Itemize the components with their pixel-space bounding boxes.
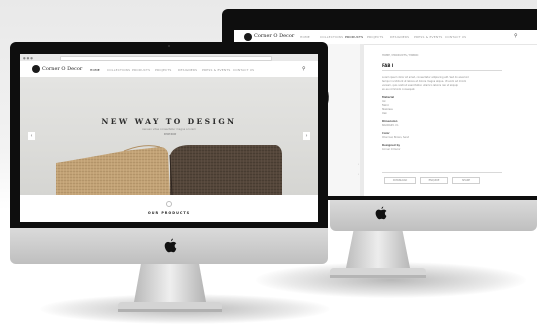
nav-contact[interactable]: CONTACT US: [233, 68, 254, 72]
description-line: ex ea commodo consequat.: [382, 88, 416, 91]
breadcrumb: HOME / PRODUCTS / FABRIC: [382, 54, 419, 57]
products-section: OUR PRODUCTS: [20, 195, 318, 222]
spec-value: Oak: [382, 112, 387, 115]
hero-title: NEW WAY TO DESIGN: [101, 117, 237, 126]
nav-press-events[interactable]: PRESS & EVENTS: [202, 68, 230, 72]
spec-label: Designed by: [382, 144, 401, 147]
description-line: tempor incididunt ut labore et dolore ma…: [382, 80, 467, 83]
hero-subtitle: Aenean vitae consectetur magna a lorem: [142, 128, 196, 131]
spec-label: Material: [382, 96, 395, 99]
logo-icon[interactable]: [244, 33, 252, 41]
enquire-button[interactable]: ENQUIRE: [420, 177, 448, 184]
nav-projects[interactable]: PROJECTS: [155, 68, 171, 72]
front-monitor-screen: ●●● Corner O Decor HOME COLLECTIONS PROD…: [20, 54, 318, 222]
camera-icon: [168, 45, 170, 47]
nav-home[interactable]: HOME: [90, 68, 100, 72]
nav-collections[interactable]: COLLECTIONS: [107, 68, 130, 72]
spec-value: Stainless: [382, 108, 393, 111]
nav-projects[interactable]: PROJECTS: [367, 35, 383, 39]
spec-value: Fabric: [382, 104, 390, 107]
nav-contact[interactable]: CONTACT US: [445, 35, 466, 39]
divider: [382, 70, 502, 71]
apple-logo-icon: [163, 238, 177, 253]
logo-text[interactable]: Corner O Decor: [254, 33, 294, 39]
section-title: OUR PRODUCTS: [147, 211, 191, 215]
hero-product-image: [56, 145, 282, 196]
gallery-prev-icon[interactable]: ‹: [358, 172, 359, 176]
logo-icon[interactable]: [32, 65, 40, 73]
spec-value: 60x60x45 cm: [382, 124, 399, 127]
share-button[interactable]: SHARE: [452, 177, 480, 184]
back-monitor-stand: [330, 228, 426, 278]
nav-home[interactable]: HOME: [300, 35, 310, 39]
divider: [382, 172, 502, 173]
search-icon[interactable]: ⚲: [514, 33, 518, 39]
spec-value: Charcoal, Brown, Sand: [382, 136, 410, 139]
nav-designers[interactable]: DESIGNERS: [178, 68, 197, 72]
description-line: Lorem ipsum dolor sit amet, consectetur …: [382, 76, 469, 79]
description-line: veniam, quis nostrud exercitation ullamc…: [382, 84, 458, 87]
hero-banner: NEW WAY TO DESIGN Aenean vitae consectet…: [20, 77, 318, 196]
gallery-next-icon[interactable]: ›: [358, 162, 359, 166]
nav-products[interactable]: PRODUCTS: [345, 35, 363, 39]
nav-designers[interactable]: DESIGNERS: [390, 35, 409, 39]
back-monitor-chin: [330, 198, 537, 231]
spec-value: Ink: [382, 100, 386, 103]
slider-next-icon[interactable]: ›: [303, 132, 310, 140]
apple-logo-icon: [374, 206, 388, 220]
product-mockup-scene: Corner O Decor HOME COLLECTIONS PRODUCTS…: [0, 0, 537, 324]
product-name: FAB I: [382, 63, 394, 68]
spec-value: Corner O Decor: [382, 148, 401, 151]
search-icon[interactable]: ⚲: [302, 66, 306, 72]
download-button[interactable]: DOWNLOAD: [384, 177, 416, 184]
front-site-nav: Corner O Decor HOME COLLECTIONS PRODUCTS…: [20, 61, 318, 78]
logo-text[interactable]: Corner O Decor: [42, 66, 82, 72]
spec-label: Dimension: [382, 120, 398, 123]
section-icon: [166, 201, 172, 207]
window-controls-icon[interactable]: ●●●: [23, 56, 34, 60]
slider-prev-icon[interactable]: ‹: [28, 132, 35, 140]
spec-label: Color: [382, 132, 390, 135]
nav-products[interactable]: PRODUCTS: [132, 68, 150, 72]
nav-press-events[interactable]: PRESS & EVENTS: [414, 35, 442, 39]
front-monitor-stand: [118, 258, 222, 312]
nav-collections[interactable]: COLLECTIONS: [320, 35, 343, 39]
